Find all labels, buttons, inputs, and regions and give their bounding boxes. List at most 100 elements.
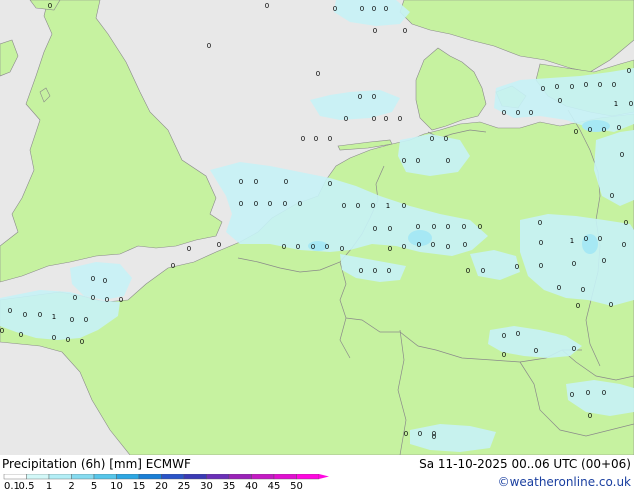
legend-tick-label: 2 bbox=[68, 481, 74, 490]
map-value-label: 0 bbox=[538, 219, 542, 227]
legend-tick-label: 50 bbox=[290, 481, 303, 490]
map-value-label: 0 bbox=[325, 243, 329, 251]
map-value-label: 0 bbox=[403, 27, 407, 35]
map-value-label: 0 bbox=[314, 135, 318, 143]
legend-swatch bbox=[228, 474, 252, 480]
forecast-datetime: Sa 11-10-2025 00..06 UTC (00+06) bbox=[419, 457, 631, 471]
map-value-label: 0 bbox=[446, 223, 450, 231]
map-value-label: 0 bbox=[217, 241, 221, 249]
map-value-label: 0 bbox=[373, 267, 377, 275]
map-value-label: 0 bbox=[384, 115, 388, 123]
legend-tick-label: 5 bbox=[91, 481, 97, 490]
map-value-label: 0 bbox=[301, 135, 305, 143]
map-value-label: 0 bbox=[446, 157, 450, 165]
map-value-label: 0 bbox=[402, 157, 406, 165]
map-value-label: 0 bbox=[416, 223, 420, 231]
map-value-label: 0 bbox=[207, 42, 211, 50]
map-value-label: 0 bbox=[373, 225, 377, 233]
map-value-label: 0 bbox=[333, 5, 337, 13]
map-value-label: 0 bbox=[570, 391, 574, 399]
map-value-label: 0 bbox=[284, 178, 288, 186]
legend-swatch bbox=[183, 474, 207, 480]
map-value-label: 0 bbox=[84, 316, 88, 324]
map-value-label: 0 bbox=[254, 178, 258, 186]
map-value-label: 0 bbox=[557, 284, 561, 292]
map-value-label: 0 bbox=[91, 275, 95, 283]
legend-swatch bbox=[116, 474, 140, 480]
legend-swatch bbox=[273, 474, 297, 480]
map-value-label: 0 bbox=[372, 5, 376, 13]
map-value-label: 0 bbox=[103, 277, 107, 285]
map-value-label: 0 bbox=[254, 200, 258, 208]
map-value-label: 0 bbox=[539, 239, 543, 247]
map-value-label: 0 bbox=[402, 202, 406, 210]
legend-swatch bbox=[48, 474, 72, 480]
footer-bar: Precipitation (6h) [mm] ECMWF Sa 11-10-2… bbox=[0, 455, 634, 490]
legend-tick-label: 20 bbox=[155, 481, 168, 490]
map-value-label: 0 bbox=[416, 157, 420, 165]
legend-tick-label: 10 bbox=[110, 481, 123, 490]
map-value-label: 0 bbox=[404, 430, 408, 438]
map-value-label: 0 bbox=[296, 243, 300, 251]
map-value-label: 1 bbox=[570, 237, 574, 245]
map-value-label: 0 bbox=[80, 338, 84, 346]
map-value-label: 0 bbox=[627, 67, 631, 75]
map-value-label: 0 bbox=[342, 202, 346, 210]
map-value-label: 0 bbox=[316, 70, 320, 78]
map-value-label: 0 bbox=[515, 263, 519, 271]
map-value-label: 0 bbox=[372, 93, 376, 101]
legend-tick-label: 30 bbox=[200, 481, 213, 490]
map-value-label: 0 bbox=[387, 267, 391, 275]
map-value-label: 0 bbox=[282, 243, 286, 251]
map-value-label: 0 bbox=[576, 302, 580, 310]
map-value-label: 0 bbox=[417, 241, 421, 249]
legend-swatch bbox=[26, 474, 50, 480]
legend-swatch bbox=[161, 474, 185, 480]
legend-arrow bbox=[319, 474, 329, 479]
map-value-label: 0 bbox=[418, 430, 422, 438]
map-value-label: 0 bbox=[52, 334, 56, 342]
map-value-label: 0 bbox=[371, 202, 375, 210]
legend-tick-label: 0.5 bbox=[19, 481, 35, 490]
map-value-label: 0 bbox=[187, 245, 191, 253]
credit-link[interactable]: ©weatheronline.co.uk bbox=[498, 475, 631, 489]
map-value-label: 0 bbox=[581, 286, 585, 294]
map-value-label: 0 bbox=[624, 219, 628, 227]
map-value-label: 0 bbox=[8, 307, 12, 315]
map-value-label: 0 bbox=[478, 223, 482, 231]
map-value-label: 0 bbox=[572, 260, 576, 268]
map-value-label: 0 bbox=[23, 311, 27, 319]
legend-swatch bbox=[296, 474, 320, 480]
precipitation-legend: 0.10.5 1 2 5 10 15 20 25 30 35 40 45 50 bbox=[3, 474, 329, 490]
map-value-label: 0 bbox=[70, 316, 74, 324]
legend-tick-label: 35 bbox=[223, 481, 236, 490]
legend-tick-label: 1 bbox=[46, 481, 52, 490]
map-value-label: 0 bbox=[311, 243, 315, 251]
map-value-label: 0 bbox=[239, 200, 243, 208]
legend-swatches bbox=[3, 474, 320, 480]
map-value-label: 0 bbox=[358, 93, 362, 101]
map-value-label: 0 bbox=[446, 243, 450, 251]
legend-swatch bbox=[3, 474, 27, 480]
map-value-label: 0 bbox=[572, 345, 576, 353]
legend-ticks: 0.10.5 1 2 5 10 15 20 25 30 35 40 45 50 bbox=[4, 481, 303, 490]
map-value-label: 0 bbox=[541, 85, 545, 93]
map-value-label: 0 bbox=[588, 126, 592, 134]
map-value-label: 0 bbox=[48, 2, 52, 10]
map-value-label: 0 bbox=[629, 100, 633, 108]
map-value-label: 0 bbox=[555, 83, 559, 91]
map-value-label: 0 bbox=[73, 294, 77, 302]
map-value-label: 0 bbox=[384, 5, 388, 13]
map-value-label: 0 bbox=[38, 311, 42, 319]
legend-swatch bbox=[206, 474, 230, 480]
map-value-label: 0 bbox=[586, 389, 590, 397]
map-value-label: 0 bbox=[328, 135, 332, 143]
map-value-label: 0 bbox=[516, 109, 520, 117]
map-value-label: 0 bbox=[620, 151, 624, 159]
map-value-label: 0 bbox=[481, 267, 485, 275]
map-value-label: 0 bbox=[502, 332, 506, 340]
map-value-label: 0 bbox=[119, 296, 123, 304]
legend-tick-label: 0.1 bbox=[4, 481, 20, 490]
map-value-label: 0 bbox=[502, 109, 506, 117]
map-value-label: 0 bbox=[539, 262, 543, 270]
